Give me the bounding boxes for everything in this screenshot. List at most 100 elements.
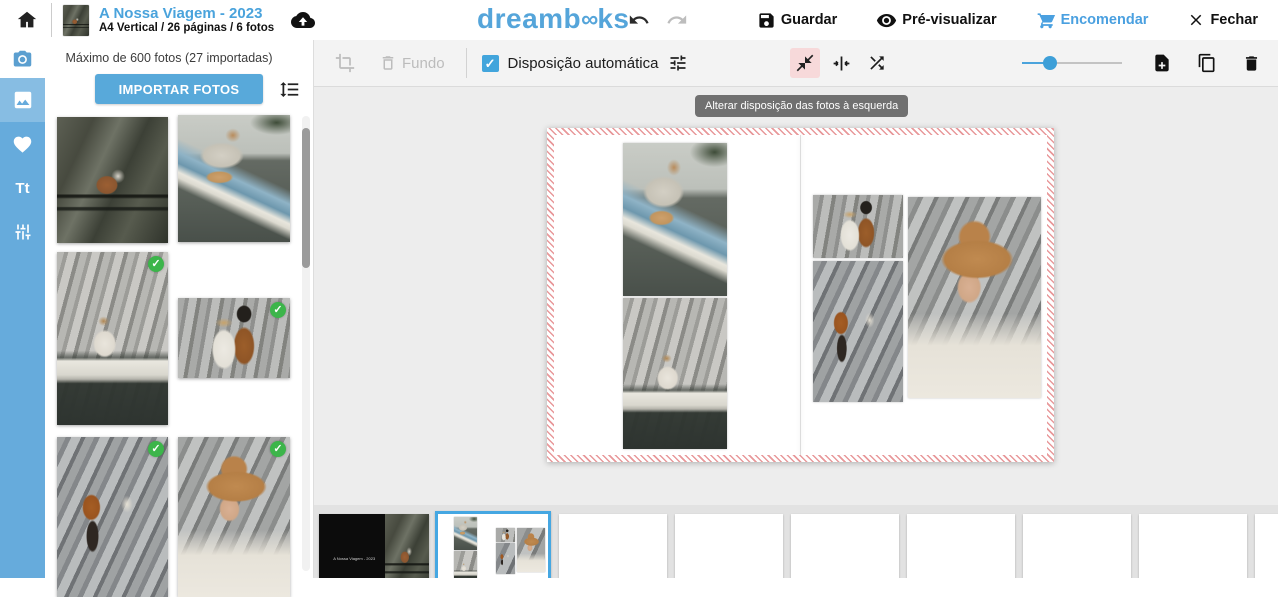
project-info-group: A Nossa Viagem - 2023 A4 Vertical / 26 p… [0, 3, 318, 37]
import-photos-button[interactable]: IMPORTAR FOTOS [95, 74, 263, 104]
page-thumbnail-blank[interactable] [1139, 514, 1247, 578]
photo-thumbnail-hat-woman[interactable]: ✓ [178, 437, 290, 597]
photo-panel: Máximo de 600 fotos (27 importadas) IMPO… [45, 40, 314, 578]
check-icon: ✓ [270, 441, 286, 457]
spine-gutter [800, 135, 801, 455]
heart-icon [12, 134, 33, 155]
sidebar-item-camera[interactable] [0, 40, 45, 78]
check-icon: ✓ [148, 441, 164, 457]
slider-thumb[interactable] [1043, 56, 1057, 70]
spread-pages [554, 135, 1047, 455]
cover-photo [385, 514, 429, 578]
divider [51, 3, 52, 37]
divider [466, 48, 467, 78]
check-icon: ✓ [148, 256, 164, 272]
close-button[interactable]: Fechar [1181, 10, 1264, 30]
undo-button[interactable] [624, 5, 654, 35]
project-thumbnail [63, 5, 89, 36]
photo-thumbnail-marble-couple[interactable]: ✓ [178, 298, 290, 378]
background-label: Fundo [402, 55, 445, 72]
collapse-left-icon [795, 53, 815, 73]
layouts-icon [13, 222, 33, 242]
auto-layout-checkbox[interactable]: ✓ [482, 55, 499, 72]
sidebar-item-gallery[interactable] [0, 78, 45, 122]
home-button[interactable] [12, 5, 42, 35]
sidebar-item-layouts[interactable] [0, 210, 45, 254]
project-meta: A Nossa Viagem - 2023 A4 Vertical / 26 p… [99, 5, 274, 35]
cover-title: A Nossa Viagem - 2023 [328, 556, 381, 562]
layout-right-button[interactable] [863, 49, 891, 77]
save-button[interactable]: Guardar [751, 10, 843, 31]
photo-limit-text: Máximo de 600 fotos (27 importadas) [45, 51, 293, 65]
mini-photo [496, 528, 515, 542]
add-page-button[interactable] [1148, 49, 1176, 77]
zoom-slider[interactable] [1022, 56, 1122, 70]
canvas-area: Fundo ✓ Disposição automática [314, 40, 1278, 578]
compress-horizontal-icon [831, 53, 852, 74]
project-subtitle: A4 Vertical / 26 páginas / 6 fotos [99, 22, 274, 35]
line-spacing-icon [279, 79, 300, 100]
duplicate-icon [1197, 53, 1217, 73]
duplicate-page-button[interactable] [1193, 49, 1221, 77]
camera-icon [12, 49, 33, 70]
check-icon: ✓ [270, 302, 286, 318]
gallery-icon [12, 89, 34, 111]
tune-icon[interactable] [668, 53, 688, 73]
tooltip: Alterar disposição das fotos à esquerda [695, 95, 908, 117]
preview-button[interactable]: Pré-visualizar [870, 9, 1002, 32]
spread-photo-marble-couple[interactable] [813, 195, 903, 258]
page-thumbnail-blank[interactable] [1023, 514, 1131, 578]
sidebar-item-text[interactable]: Tt [0, 166, 45, 210]
photo-thumbnail-boat-sitting[interactable]: ✓ [57, 252, 168, 425]
layout-left-button[interactable] [790, 48, 820, 78]
save-icon [757, 11, 776, 30]
page-thumbnail-cover[interactable]: A Nossa Viagem - 2023 [319, 514, 429, 578]
project-title: A Nossa Viagem - 2023 [99, 5, 274, 22]
undo-icon [628, 9, 650, 31]
sort-button[interactable] [279, 79, 300, 100]
auto-layout-label: Disposição automática [508, 55, 659, 72]
spread-photo-hat-woman[interactable] [908, 197, 1041, 398]
trash-icon [379, 54, 397, 72]
eye-icon [876, 10, 897, 31]
panel-scrollbar-thumb[interactable] [302, 128, 310, 268]
text-icon: Tt [15, 180, 29, 197]
spread-photo-boat-leaning[interactable] [623, 143, 727, 296]
redo-button[interactable] [662, 5, 692, 35]
page-thumbnail-blank[interactable] [1255, 514, 1278, 578]
page-thumbnail-blank[interactable] [675, 514, 783, 578]
compress-button[interactable] [827, 49, 856, 78]
mini-photo [454, 551, 477, 578]
spread-photo-rocks-couple[interactable] [813, 261, 903, 402]
photo-thumbnail-rocks-couple[interactable]: ✓ [57, 437, 168, 597]
cart-icon [1036, 10, 1056, 30]
order-button[interactable]: Encomendar [1030, 9, 1155, 31]
right-tools [1022, 49, 1265, 77]
redo-icon [666, 9, 688, 31]
shuffle-icon [867, 53, 887, 73]
pages-strip: A Nossa Viagem - 2023 [314, 505, 1278, 578]
photo-thumbnail-walkway-couple[interactable] [57, 117, 168, 243]
panel-scrollbar[interactable] [302, 116, 310, 571]
page-thumbnail-blank[interactable] [907, 514, 1015, 578]
crop-icon [335, 53, 355, 73]
crop-button[interactable] [331, 49, 359, 77]
canvas-toolbar: Fundo ✓ Disposição automática [314, 40, 1278, 87]
layout-buttons [790, 48, 891, 78]
page-thumbnail-blank[interactable] [791, 514, 899, 578]
add-page-icon [1152, 53, 1172, 73]
cloud-upload-icon [288, 8, 318, 32]
background-delete-button[interactable]: Fundo [375, 50, 449, 76]
page-thumbnail-current-spread[interactable] [435, 511, 551, 578]
book-spread[interactable] [547, 128, 1054, 462]
app-logo: dreamb∞ks [477, 3, 629, 35]
topbar-actions: Guardar Pré-visualizar Encomendar Fechar [624, 0, 1264, 40]
spread-photo-boat-sitting[interactable] [623, 298, 727, 449]
page-thumbnail-blank[interactable] [559, 514, 667, 578]
delete-page-button[interactable] [1238, 50, 1265, 77]
mini-photo [496, 543, 515, 574]
top-bar: A Nossa Viagem - 2023 A4 Vertical / 26 p… [0, 0, 1278, 40]
photo-thumbnail-boat-leaning[interactable] [178, 115, 290, 242]
sidebar-item-favorites[interactable] [0, 122, 45, 166]
home-icon [16, 9, 38, 31]
